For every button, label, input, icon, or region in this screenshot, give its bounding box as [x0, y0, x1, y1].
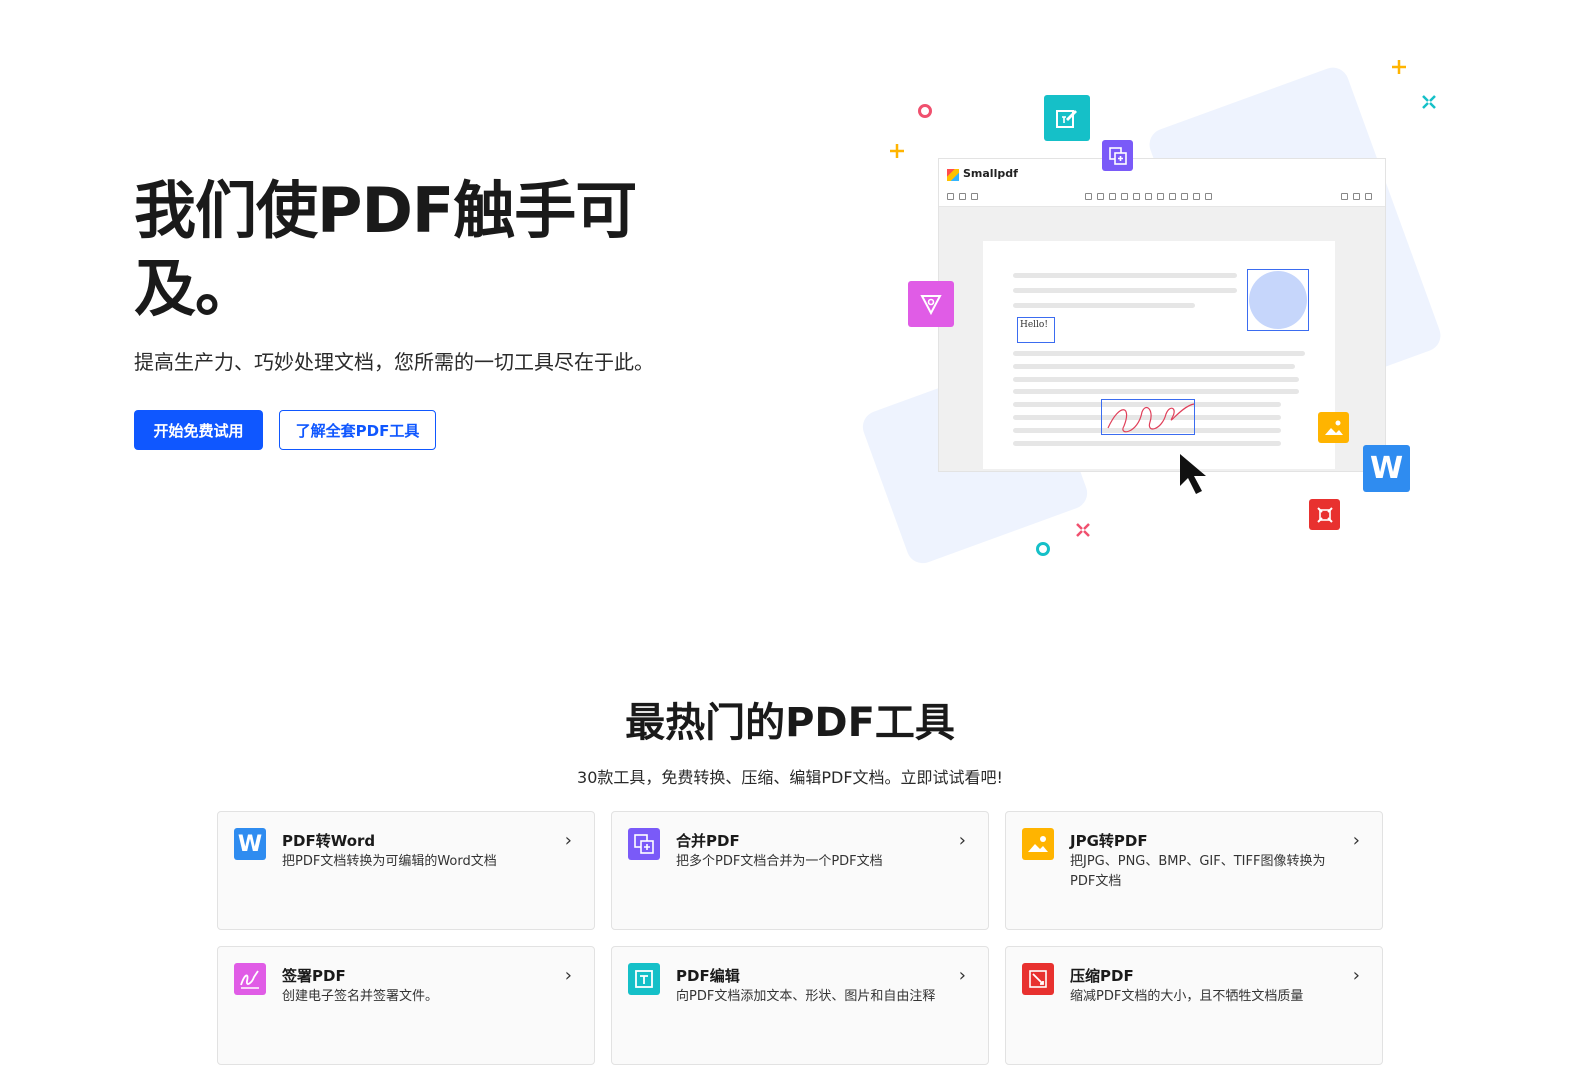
tool-card-merge-pdf[interactable]: 合并PDF 把多个PDF文档合并为一个PDF文档 ›	[611, 811, 989, 930]
compress-icon	[1022, 963, 1054, 995]
word-icon: W	[234, 828, 266, 860]
tool-card-title: 压缩PDF	[1070, 967, 1134, 985]
tool-card-description: 把PDF文档转换为可编辑的Word文档	[282, 854, 497, 869]
compress-icon	[1309, 499, 1340, 530]
image-icon	[1022, 828, 1054, 860]
app-name: Smallpdf	[963, 167, 1018, 180]
chevron-right-icon: ›	[1352, 965, 1360, 986]
tool-card-description: 缩减PDF文档的大小，且不牺牲文档质量	[1070, 989, 1304, 1004]
ring-decoration	[918, 104, 932, 118]
tool-card-title: 签署PDF	[282, 967, 346, 985]
edit-text-icon	[1044, 95, 1090, 141]
chevron-right-icon: ›	[564, 830, 572, 851]
shape-selection-box	[1247, 269, 1309, 331]
signature-pen-icon	[908, 281, 954, 327]
signature-selection-box	[1101, 399, 1195, 435]
tool-card-description: 把JPG、PNG、BMP、GIF、TIFF图像转换为PDF文档	[1070, 854, 1326, 889]
edit-text-icon	[628, 963, 660, 995]
tool-card-edit-pdf[interactable]: PDF编辑 向PDF文档添加文本、形状、图片和自由注释 ›	[611, 946, 989, 1065]
plus-decoration	[1392, 60, 1406, 74]
signature-scribble-icon	[1107, 403, 1195, 433]
tool-card-title: PDF转Word	[282, 832, 376, 850]
section-title: 最热门的PDF工具	[625, 700, 955, 746]
merge-icon	[1102, 140, 1133, 171]
section-subtitle: 30款工具，免费转换、压缩、编辑PDF文档。立即试试看吧!	[577, 768, 1003, 787]
chevron-right-icon: ›	[958, 965, 966, 986]
tool-card-sign-pdf[interactable]: 签署PDF 创建电子签名并签署文件。 ›	[217, 946, 595, 1065]
tool-card-compress-pdf[interactable]: 压缩PDF 缩减PDF文档的大小，且不牺牲文档质量 ›	[1005, 946, 1383, 1065]
hero-subtitle: 提高生产力、巧妙处理文档，您所需的一切工具尽在于此。	[134, 350, 654, 374]
smallpdf-logo-icon	[947, 169, 959, 181]
start-free-trial-button[interactable]: 开始免费试用	[134, 410, 263, 450]
chevron-right-icon: ›	[1352, 830, 1360, 851]
merge-icon	[628, 828, 660, 860]
tool-card-grid: W PDF转Word 把PDF文档转换为可编辑的Word文档 › 合并PDF 把…	[217, 811, 1383, 1065]
cursor-pointer-icon	[1180, 454, 1206, 494]
hero-title: 我们使PDF触手可及。	[134, 174, 637, 325]
tool-card-title: PDF编辑	[676, 967, 740, 985]
tool-card-description: 创建电子签名并签署文件。	[282, 989, 439, 1004]
text-selection-box: Hello!	[1017, 317, 1055, 343]
chevron-right-icon: ›	[958, 830, 966, 851]
cross-decoration	[1422, 95, 1436, 109]
view-tools	[947, 193, 978, 201]
document-page: Hello!	[983, 241, 1335, 469]
app-toolbar: Smallpdf	[939, 159, 1385, 207]
cross-decoration	[1076, 523, 1090, 537]
circle-shape	[1249, 271, 1307, 329]
tool-card-jpg-to-pdf[interactable]: JPG转PDF 把JPG、PNG、BMP、GIF、TIFF图像转换为PDF文档 …	[1005, 811, 1383, 930]
edit-tools	[1085, 193, 1212, 201]
history-tools	[1341, 193, 1372, 201]
tool-card-pdf-to-word[interactable]: W PDF转Word 把PDF文档转换为可编辑的Word文档 ›	[217, 811, 595, 930]
plus-decoration	[890, 144, 904, 158]
chevron-right-icon: ›	[564, 965, 572, 986]
hello-text: Hello!	[1020, 320, 1048, 330]
tool-card-description: 向PDF文档添加文本、形状、图片和自由注释	[676, 989, 936, 1004]
explore-tools-button[interactable]: 了解全套PDF工具	[279, 410, 436, 450]
ring-decoration	[1036, 542, 1050, 556]
word-icon: W	[1363, 445, 1410, 492]
signature-icon	[234, 963, 266, 995]
image-icon	[1318, 412, 1349, 443]
tool-card-title: JPG转PDF	[1070, 832, 1148, 850]
tool-card-title: 合并PDF	[676, 832, 740, 850]
tool-card-description: 把多个PDF文档合并为一个PDF文档	[676, 854, 883, 869]
hero-illustration: Smallpdf Hello! W	[858, 50, 1460, 570]
